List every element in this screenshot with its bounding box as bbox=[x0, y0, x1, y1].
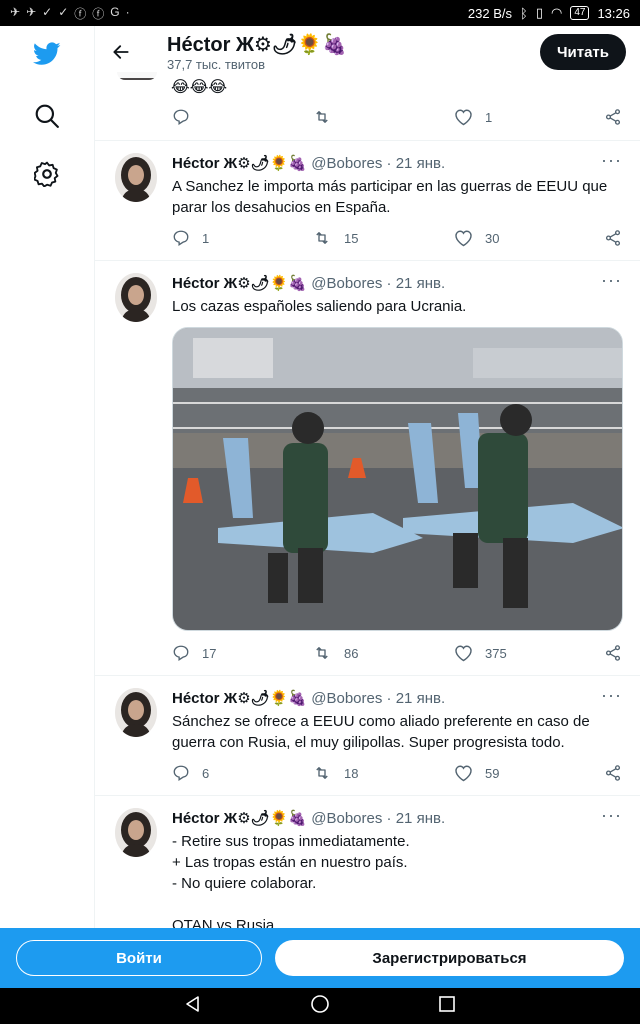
wifi-icon: ◠ bbox=[550, 5, 563, 20]
author-name[interactable]: Héctor Ж⚙🌶🌻🍇 bbox=[172, 690, 307, 707]
tweet[interactable]: Héctor Ж⚙🌶🌻🍇 @Bobores · 21 янв. ··· Los … bbox=[95, 261, 640, 676]
more-options-icon[interactable]: ··· bbox=[601, 805, 622, 826]
check-icon: ✓ bbox=[58, 4, 69, 19]
tweet-date[interactable]: 21 янв. bbox=[396, 155, 445, 172]
facebook-icon: ⓕ bbox=[74, 6, 87, 21]
reply-button[interactable]: 17 bbox=[172, 644, 216, 662]
google-icon: G bbox=[110, 4, 120, 19]
profile-name: Héctor Ж⚙🌶🌻🍇 bbox=[167, 33, 348, 56]
telegram-icon: ✈ bbox=[26, 4, 37, 19]
search-icon[interactable] bbox=[22, 91, 72, 141]
read-button[interactable]: Читать bbox=[539, 34, 626, 70]
share-button[interactable] bbox=[604, 764, 622, 782]
tweet-date[interactable]: 21 янв. bbox=[396, 690, 445, 707]
author-handle[interactable]: @Bobores bbox=[311, 275, 382, 292]
retweet-count: 86 bbox=[344, 645, 359, 661]
twitter-bird-icon[interactable] bbox=[22, 29, 72, 79]
status-bar: ✈ ✈ ✓ ✓ ⓕ ⓕ G · 232 B/s ᛒ ▯ ◠ 47 13:26 bbox=[0, 0, 640, 26]
net-speed: 232 B/s bbox=[467, 5, 513, 21]
retweet-button[interactable]: 15 bbox=[312, 229, 358, 247]
reply-button[interactable]: 6 bbox=[172, 764, 209, 782]
back-triangle-icon[interactable] bbox=[184, 995, 202, 1018]
author-handle[interactable]: @Bobores bbox=[311, 155, 382, 172]
like-count: 59 bbox=[485, 765, 500, 781]
vibrate-icon: ▯ bbox=[535, 5, 543, 20]
system-nav-bar bbox=[0, 988, 640, 1024]
left-nav bbox=[0, 26, 95, 928]
gear-icon[interactable] bbox=[22, 149, 72, 199]
like-button[interactable]: 30 bbox=[454, 229, 499, 247]
tweet-partial[interactable]: 😂😂😂 1 bbox=[95, 72, 640, 141]
home-circle-icon[interactable] bbox=[310, 994, 330, 1019]
reply-count: 6 bbox=[202, 765, 210, 781]
tweet-actions: 1 bbox=[172, 108, 624, 132]
author-handle[interactable]: @Bobores bbox=[311, 810, 382, 827]
tweet-text: A Sanchez le importa más participar en l… bbox=[172, 178, 608, 216]
login-button[interactable]: Войти bbox=[16, 940, 262, 976]
tweet-image[interactable] bbox=[172, 327, 623, 631]
share-button[interactable] bbox=[604, 644, 622, 662]
timeline-column: Héctor Ж⚙🌶🌻🍇 37,7 тыс. твитов Читать 😂😂😂… bbox=[95, 26, 640, 928]
author-name[interactable]: Héctor Ж⚙🌶🌻🍇 bbox=[172, 275, 307, 292]
login-banner: Войти Зарегистрироваться bbox=[0, 928, 640, 988]
like-button[interactable]: 1 bbox=[454, 108, 492, 126]
clock: 13:26 bbox=[597, 5, 630, 21]
share-button[interactable] bbox=[604, 229, 622, 247]
notification-icons: ✈ ✈ ✓ ✓ ⓕ ⓕ G · bbox=[10, 5, 130, 22]
signup-button[interactable]: Зарегистрироваться bbox=[275, 940, 624, 976]
telegram-icon: ✈ bbox=[10, 4, 21, 19]
tweet-actions: 1 15 30 bbox=[172, 229, 624, 253]
like-button[interactable]: 375 bbox=[454, 644, 507, 662]
reply-count: 17 bbox=[202, 645, 217, 661]
tweet[interactable]: Héctor Ж⚙🌶🌻🍇 @Bobores · 21 янв. ··· Sánc… bbox=[95, 676, 640, 796]
reply-button[interactable] bbox=[172, 108, 190, 126]
avatar[interactable] bbox=[115, 808, 157, 857]
facebook-icon: ⓕ bbox=[92, 6, 105, 21]
tweet-date[interactable]: 21 янв. bbox=[396, 275, 445, 292]
like-button[interactable]: 59 bbox=[454, 764, 499, 782]
tweet-count: 37,7 тыс. твитов bbox=[167, 56, 266, 72]
tweet-text: Sánchez se ofrece a EEUU como aliado pre… bbox=[172, 713, 590, 751]
reply-button[interactable]: 1 bbox=[172, 229, 209, 247]
more-options-icon[interactable]: ··· bbox=[601, 150, 622, 171]
tweet[interactable]: Héctor Ж⚙🌶🌻🍇 @Bobores · 21 янв. ··· - Re… bbox=[95, 796, 640, 928]
share-button[interactable] bbox=[604, 108, 622, 126]
retweet-button[interactable] bbox=[312, 108, 332, 126]
like-count: 375 bbox=[485, 645, 507, 661]
tweet[interactable]: Héctor Ж⚙🌶🌻🍇 @Bobores · 21 янв. ··· A Sa… bbox=[95, 141, 640, 261]
back-arrow-icon[interactable] bbox=[95, 26, 147, 78]
like-count: 30 bbox=[485, 230, 500, 246]
reply-count: 1 bbox=[202, 230, 210, 246]
tweet-text: - Retire sus tropas inmediatamente. + La… bbox=[172, 833, 410, 928]
tweet-actions: 17 86 375 bbox=[172, 644, 624, 668]
avatar[interactable] bbox=[115, 153, 157, 202]
recents-square-icon[interactable] bbox=[438, 995, 456, 1018]
like-count: 1 bbox=[485, 109, 493, 125]
more-options-icon[interactable]: ··· bbox=[601, 685, 622, 706]
tweet-actions: 6 18 59 bbox=[172, 764, 624, 788]
retweet-count: 18 bbox=[344, 765, 359, 781]
tweet-date[interactable]: 21 янв. bbox=[396, 810, 445, 827]
tweet-text: 😂😂😂 bbox=[171, 79, 228, 96]
check-icon: ✓ bbox=[42, 4, 53, 19]
more-options-icon[interactable]: ··· bbox=[601, 270, 622, 291]
bluetooth-icon: ᛒ bbox=[520, 5, 528, 21]
avatar[interactable] bbox=[115, 273, 157, 322]
retweet-count: 15 bbox=[344, 230, 359, 246]
author-name[interactable]: Héctor Ж⚙🌶🌻🍇 bbox=[172, 155, 307, 172]
avatar[interactable] bbox=[115, 688, 157, 737]
profile-header: Héctor Ж⚙🌶🌻🍇 37,7 тыс. твитов Читать bbox=[95, 26, 640, 78]
tweet-text: Los cazas españoles saliendo para Ucrani… bbox=[172, 298, 467, 315]
battery-icon: 47 bbox=[570, 6, 590, 20]
more-notifications-icon: · bbox=[125, 4, 130, 19]
author-handle[interactable]: @Bobores bbox=[311, 690, 382, 707]
retweet-button[interactable]: 18 bbox=[312, 764, 358, 782]
retweet-button[interactable]: 86 bbox=[312, 644, 358, 662]
author-name[interactable]: Héctor Ж⚙🌶🌻🍇 bbox=[172, 810, 307, 827]
